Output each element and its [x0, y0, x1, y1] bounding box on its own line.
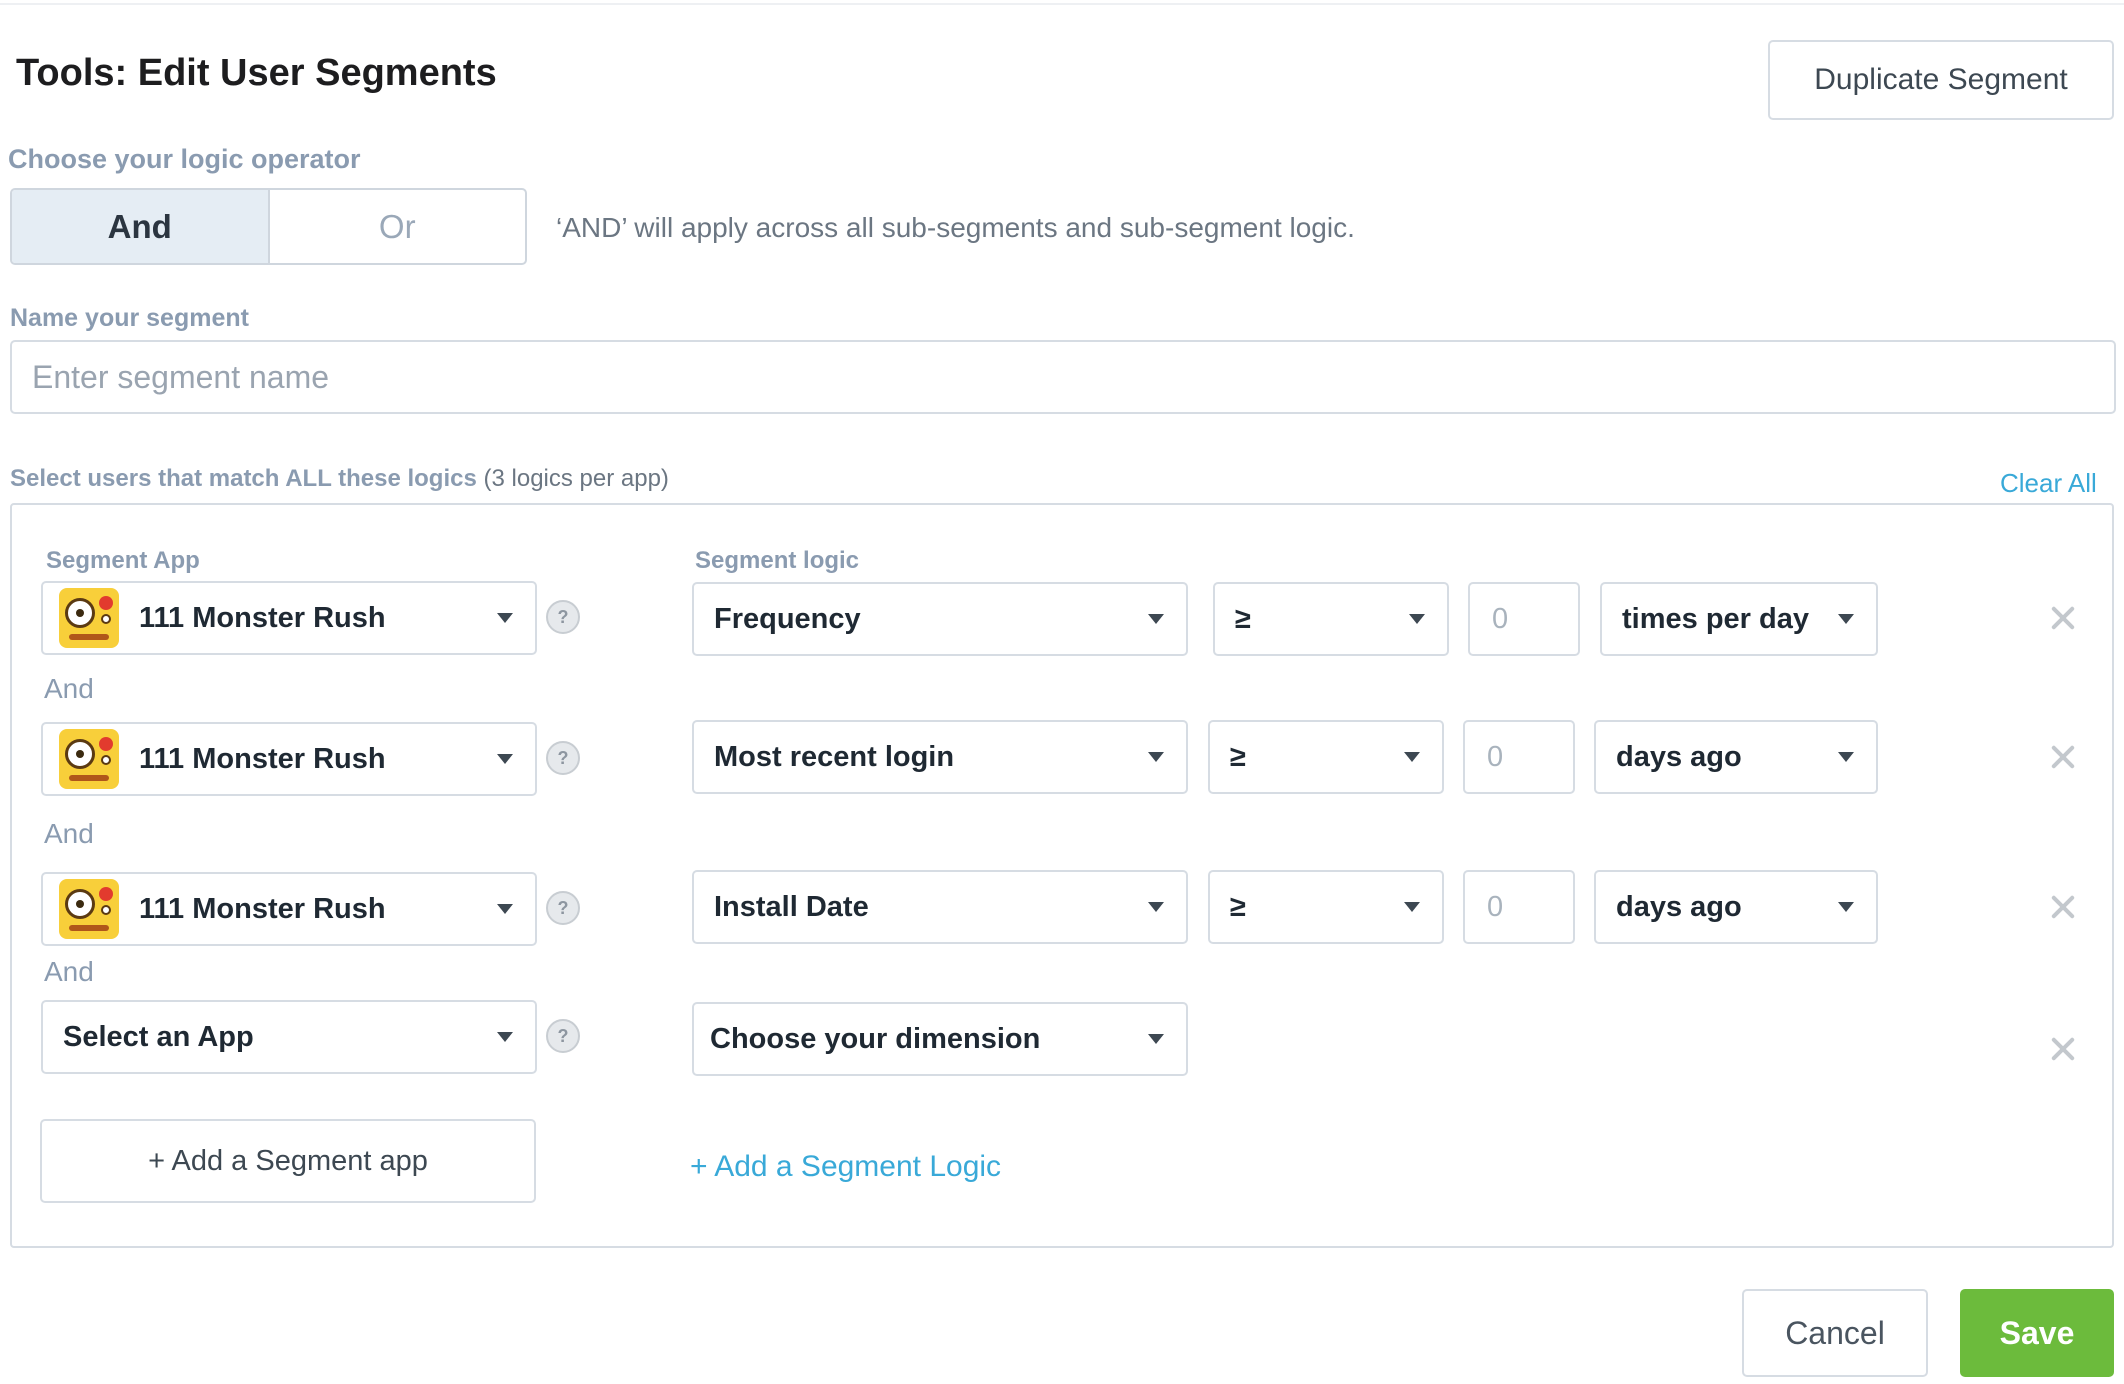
logic-unit-select[interactable]: days ago: [1594, 870, 1878, 944]
segment-name-label: Name your segment: [10, 304, 249, 332]
caret-down-icon: [497, 754, 513, 764]
caret-down-icon: [1148, 752, 1164, 762]
logic-operator-or[interactable]: Or: [270, 190, 526, 263]
logic-unit-value: times per day: [1622, 602, 1809, 635]
logic-operator-hint: ‘AND’ will apply across all sub-segments…: [556, 212, 1355, 243]
segment-app-select[interactable]: 111 Monster Rush: [41, 722, 537, 796]
logic-operator-and[interactable]: And: [12, 190, 270, 263]
monster-rush-app-icon: [59, 879, 119, 939]
comparison-operator-select[interactable]: ≥: [1208, 870, 1444, 944]
caret-down-icon: [1409, 614, 1425, 624]
segment-app-select[interactable]: 111 Monster Rush: [41, 872, 537, 946]
segment-dimension-select[interactable]: Install Date: [692, 870, 1188, 944]
logic-unit-select[interactable]: times per day: [1600, 582, 1878, 656]
segment-dimension-value: Most recent login: [714, 740, 955, 773]
match-all-text: Select users that match ALL these logics: [10, 465, 477, 492]
logic-unit-value: days ago: [1616, 740, 1742, 773]
close-icon[interactable]: [2048, 892, 2078, 922]
page-title: Tools: Edit User Segments: [16, 52, 497, 94]
segment-dimension-value: Choose your dimension: [710, 1022, 1041, 1055]
caret-down-icon: [1838, 752, 1854, 762]
close-icon[interactable]: [2048, 1034, 2078, 1064]
caret-down-icon: [1838, 614, 1854, 624]
segment-app-value: 111 Monster Rush: [139, 742, 386, 775]
segment-app-select[interactable]: 111 Monster Rush: [41, 581, 537, 655]
segment-dimension-select[interactable]: Frequency: [692, 582, 1188, 656]
caret-down-icon: [1148, 1034, 1164, 1044]
comparison-operator-value: ≥: [1230, 890, 1246, 923]
and-joiner-label: And: [44, 818, 94, 849]
monster-rush-app-icon: [59, 729, 119, 789]
add-segment-app-button[interactable]: + Add a Segment app: [40, 1119, 536, 1203]
segment-name-input[interactable]: [10, 340, 2116, 414]
help-icon[interactable]: ?: [546, 741, 580, 775]
segment-app-column-label: Segment App: [46, 547, 200, 574]
caret-down-icon: [1148, 614, 1164, 624]
comparison-operator-value: ≥: [1230, 740, 1246, 773]
save-button[interactable]: Save: [1960, 1289, 2114, 1377]
segment-app-value: Select an App: [63, 1020, 254, 1053]
segment-dimension-select[interactable]: Most recent login: [692, 720, 1188, 794]
and-joiner-label: And: [44, 956, 94, 987]
logic-unit-select[interactable]: days ago: [1594, 720, 1878, 794]
caret-down-icon: [497, 613, 513, 623]
segment-app-value: 111 Monster Rush: [139, 601, 386, 634]
cancel-button[interactable]: Cancel: [1742, 1289, 1928, 1377]
caret-down-icon: [1148, 902, 1164, 912]
segment-dimension-value: Install Date: [714, 890, 869, 923]
add-segment-logic-link[interactable]: + Add a Segment Logic: [690, 1150, 1001, 1184]
top-divider: [0, 0, 2124, 5]
segment-logic-column-label: Segment logic: [695, 547, 860, 574]
comparison-operator-select[interactable]: ≥: [1213, 582, 1449, 656]
segment-dimension-value: Frequency: [714, 602, 861, 635]
logic-value-input[interactable]: [1463, 870, 1575, 944]
segment-dimension-select[interactable]: Choose your dimension: [692, 1002, 1188, 1076]
and-joiner-label: And: [44, 673, 94, 704]
caret-down-icon: [1404, 902, 1420, 912]
match-all-label: Select users that match ALL these logics…: [10, 465, 669, 493]
close-icon[interactable]: [2048, 742, 2078, 772]
help-icon[interactable]: ?: [546, 891, 580, 925]
caret-down-icon: [497, 904, 513, 914]
help-icon[interactable]: ?: [546, 600, 580, 634]
logic-operator-toggle: And Or: [10, 188, 527, 265]
segment-app-select[interactable]: Select an App: [41, 1000, 537, 1074]
caret-down-icon: [497, 1032, 513, 1042]
logic-unit-value: days ago: [1616, 890, 1742, 923]
close-icon[interactable]: [2048, 603, 2078, 633]
comparison-operator-select[interactable]: ≥: [1208, 720, 1444, 794]
help-icon[interactable]: ?: [546, 1019, 580, 1053]
monster-rush-app-icon: [59, 588, 119, 648]
logic-value-input[interactable]: [1463, 720, 1575, 794]
caret-down-icon: [1838, 902, 1854, 912]
logics-per-app-text: (3 logics per app): [483, 465, 669, 492]
caret-down-icon: [1404, 752, 1420, 762]
segment-app-value: 111 Monster Rush: [139, 892, 386, 925]
duplicate-segment-button[interactable]: Duplicate Segment: [1768, 40, 2114, 120]
logic-value-input[interactable]: [1468, 582, 1580, 656]
clear-all-link[interactable]: Clear All: [2000, 468, 2097, 499]
logic-operator-label: Choose your logic operator: [8, 144, 361, 174]
comparison-operator-value: ≥: [1235, 602, 1251, 635]
